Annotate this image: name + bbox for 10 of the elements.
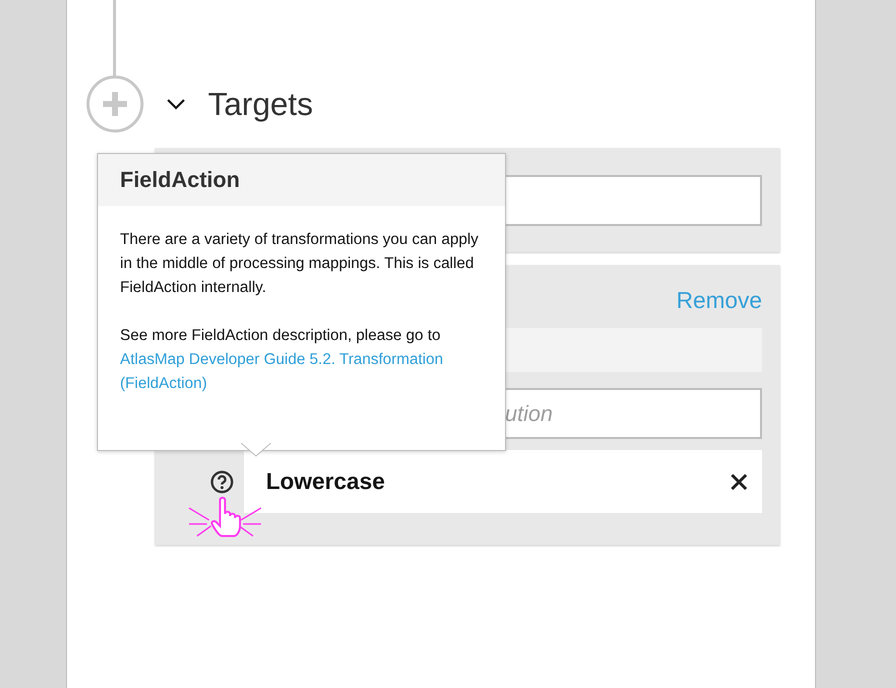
guide-link[interactable]: AtlasMap Developer Guide 5.2. Transformation (FieldAction) xyxy=(120,348,483,396)
field-placeholder: ution xyxy=(504,400,553,426)
tooltip-title: FieldAction xyxy=(120,167,240,193)
transformation-name: Lowercase xyxy=(266,468,385,495)
tooltip-note: See more FieldAction description, please go to xyxy=(120,326,442,346)
help-icon[interactable] xyxy=(210,470,234,494)
section-title: Targets xyxy=(208,86,313,122)
remove-link[interactable]: Remove xyxy=(676,287,762,317)
tooltip-text: There are a variety of transformations you can apply in the middle of processing mappings. This is called FieldAction internally. xyxy=(120,230,480,298)
close-icon[interactable] xyxy=(730,472,748,490)
